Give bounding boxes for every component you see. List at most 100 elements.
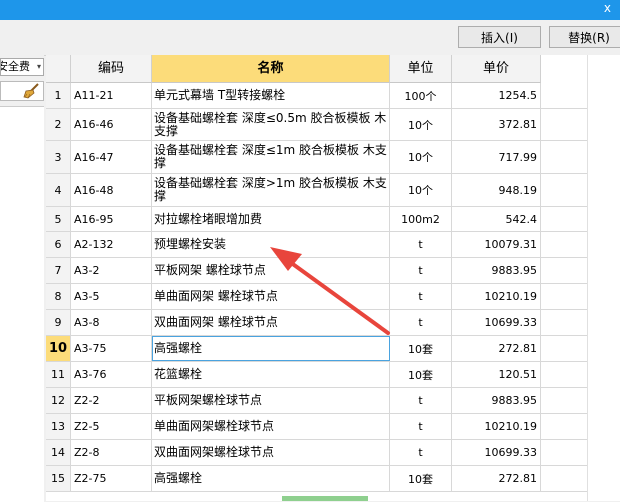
category-tree[interactable] [0,106,44,502]
status-indicator [282,496,368,501]
name-cell[interactable]: 高强螺栓 [152,466,390,491]
table-row[interactable]: 11 A3-76 花篮螺栓 10套 120.51 [46,362,620,388]
name-cell[interactable]: 单元式幕墙 T型转接螺栓 [152,83,390,108]
table-row[interactable]: 8 A3-5 单曲面网架 螺栓球节点 t 10210.19 [46,284,620,310]
name-cell[interactable]: 单曲面网架螺栓球节点 [152,414,390,439]
name-cell[interactable]: 双曲面网架 螺栓球节点 [152,310,390,335]
price-cell[interactable]: 10699.33 [452,440,541,465]
table-row[interactable]: 7 A3-2 平板网架 螺栓球节点 t 9883.95 [46,258,620,284]
title-bar: x [0,0,620,20]
table-row[interactable]: 10 A3-75 高强螺栓 10套 272.81 [46,336,620,362]
code-cell[interactable]: A2-132 [71,232,152,257]
table-row[interactable]: 14 Z2-8 双曲面网架螺栓球节点 t 10699.33 [46,440,620,466]
name-cell[interactable]: 单曲面网架 螺栓球节点 [152,284,390,309]
price-cell[interactable]: 9883.95 [452,258,541,283]
code-cell[interactable]: A3-2 [71,258,152,283]
table-row[interactable]: 9 A3-8 双曲面网架 螺栓球节点 t 10699.33 [46,310,620,336]
price-cell[interactable]: 9883.95 [452,388,541,413]
name-cell[interactable]: 对拉螺栓堵眼增加费 [152,207,390,231]
price-cell[interactable]: 272.81 [452,336,541,361]
row-number: 12 [46,388,71,413]
unit-cell[interactable]: 10个 [390,109,452,140]
toolbar: 插入(I) 替换(R) [0,20,620,56]
price-cell[interactable]: 948.19 [452,174,541,206]
code-cell[interactable]: A16-48 [71,174,152,206]
code-cell[interactable]: A16-47 [71,141,152,173]
column-header-price[interactable]: 单价 [452,55,541,83]
name-cell[interactable]: 预埋螺栓安装 [152,232,390,257]
category-dropdown[interactable]: 安全费 ▾ [0,58,44,76]
code-cell[interactable]: A16-95 [71,207,152,231]
price-cell[interactable]: 372.81 [452,109,541,140]
price-cell[interactable]: 120.51 [452,362,541,387]
price-cell[interactable]: 10210.19 [452,284,541,309]
price-cell[interactable]: 10210.19 [452,414,541,439]
table-row[interactable]: 13 Z2-5 单曲面网架螺栓球节点 t 10210.19 [46,414,620,440]
unit-cell[interactable]: 10套 [390,336,452,361]
row-number: 3 [46,141,71,173]
code-cell[interactable]: Z2-75 [71,466,152,491]
name-cell[interactable]: 平板网架 螺栓球节点 [152,258,390,283]
name-cell[interactable]: 设备基础螺栓套 深度≤1m 胶合板模板 木支撑 [152,141,390,173]
code-cell[interactable]: A3-5 [71,284,152,309]
insert-button[interactable]: 插入(I) [458,26,541,48]
price-cell[interactable]: 542.4 [452,207,541,231]
unit-cell[interactable]: t [390,388,452,413]
close-icon[interactable]: x [604,0,611,16]
unit-cell[interactable]: 100个 [390,83,452,108]
unit-cell[interactable]: t [390,258,452,283]
code-cell[interactable]: Z2-2 [71,388,152,413]
row-number: 4 [46,174,71,206]
name-cell[interactable]: 设备基础螺栓套 深度>1m 胶合板模板 木支撑 [152,174,390,206]
table-row[interactable]: 4 A16-48 设备基础螺栓套 深度>1m 胶合板模板 木支撑 10个 948.19 [46,174,620,207]
table-row[interactable]: 3 A16-47 设备基础螺栓套 深度≤1m 胶合板模板 木支撑 10个 717.99 [46,141,620,174]
code-cell[interactable]: A3-76 [71,362,152,387]
clear-filter-button[interactable] [0,81,44,101]
name-cell[interactable]: 双曲面网架螺栓球节点 [152,440,390,465]
code-cell[interactable]: A3-8 [71,310,152,335]
row-number: 13 [46,414,71,439]
row-number: 10 [46,336,71,361]
vertical-scrollbar[interactable] [587,55,620,501]
code-cell[interactable]: A3-75 [71,336,152,361]
price-cell[interactable]: 1254.5 [452,83,541,108]
unit-cell[interactable]: 10个 [390,174,452,206]
name-cell[interactable]: 高强螺栓 [152,336,390,361]
column-header-unit[interactable]: 单位 [390,55,452,83]
unit-cell[interactable]: t [390,414,452,439]
table-row[interactable]: 2 A16-46 设备基础螺栓套 深度≤0.5m 胶合板模板 木支撑 10个 372.8… [46,109,620,141]
row-number: 6 [46,232,71,257]
price-cell[interactable]: 10699.33 [452,310,541,335]
unit-cell[interactable]: 10套 [390,466,452,491]
table-row[interactable]: 6 A2-132 预埋螺栓安装 t 10079.31 [46,232,620,258]
unit-cell[interactable]: 10个 [390,141,452,173]
name-cell[interactable]: 平板网架螺栓球节点 [152,388,390,413]
code-cell[interactable]: A16-46 [71,109,152,140]
unit-cell[interactable]: t [390,232,452,257]
unit-cell[interactable]: t [390,440,452,465]
column-header-code[interactable]: 编码 [71,55,152,83]
price-cell[interactable]: 717.99 [452,141,541,173]
row-number-header [46,55,71,83]
table-row[interactable]: 15 Z2-75 高强螺栓 10套 272.81 [46,466,620,492]
row-number: 11 [46,362,71,387]
unit-cell[interactable]: t [390,284,452,309]
table-row[interactable]: 12 Z2-2 平板网架螺栓球节点 t 9883.95 [46,388,620,414]
chevron-down-icon[interactable]: ▾ [37,59,41,75]
code-cell[interactable]: A11-21 [71,83,152,108]
name-cell[interactable]: 设备基础螺栓套 深度≤0.5m 胶合板模板 木支撑 [152,109,390,140]
unit-cell[interactable]: t [390,310,452,335]
table-row[interactable]: 5 A16-95 对拉螺栓堵眼增加费 100m2 542.4 [46,207,620,232]
row-number: 7 [46,258,71,283]
unit-cell[interactable]: 100m2 [390,207,452,231]
price-cell[interactable]: 272.81 [452,466,541,491]
code-cell[interactable]: Z2-8 [71,440,152,465]
unit-cell[interactable]: 10套 [390,362,452,387]
code-cell[interactable]: Z2-5 [71,414,152,439]
replace-button[interactable]: 替换(R) [549,26,620,48]
table-row[interactable]: 1 A11-21 单元式幕墙 T型转接螺栓 100个 1254.5 [46,83,620,109]
price-cell[interactable]: 10079.31 [452,232,541,257]
column-header-name[interactable]: 名称 [152,55,390,83]
broom-icon [23,83,39,99]
name-cell[interactable]: 花篮螺栓 [152,362,390,387]
